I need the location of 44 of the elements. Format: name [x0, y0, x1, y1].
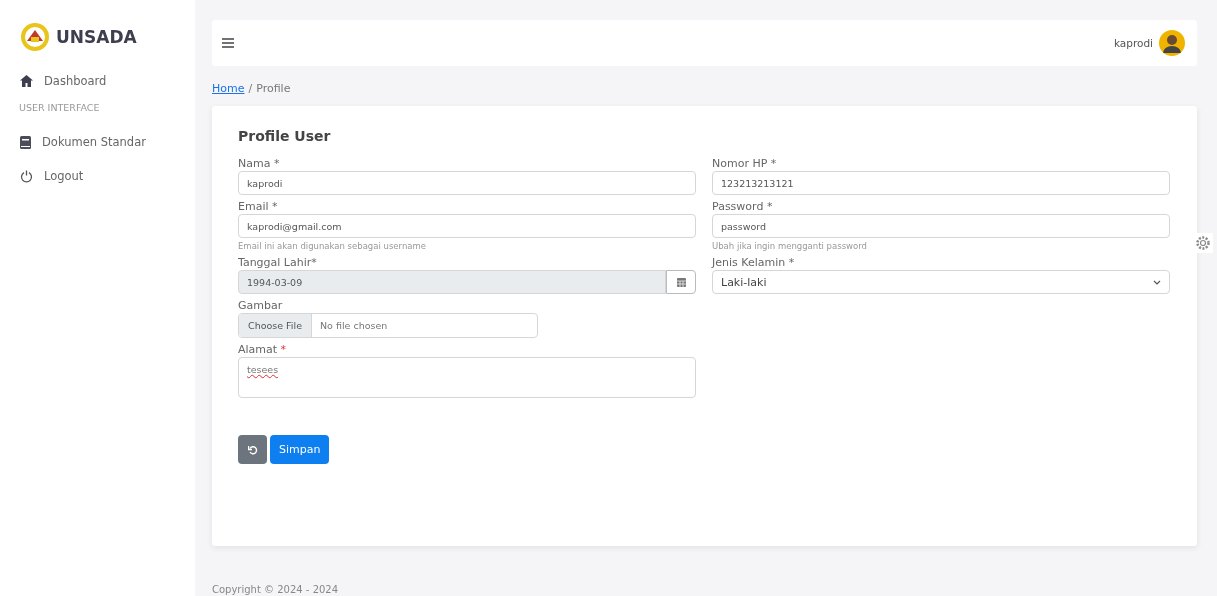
field-label: Nama *: [238, 156, 281, 171]
calendar-icon: [676, 277, 686, 287]
calendar-button[interactable]: [666, 270, 696, 294]
reset-button[interactable]: [238, 435, 267, 464]
section-heading: USER INTERFACE: [19, 102, 101, 113]
breadcrumb-link[interactable]: Home: [212, 82, 245, 95]
user-name[interactable]: kaprodi: [1113, 37, 1153, 49]
save-button[interactable]: Simpan: [270, 435, 330, 464]
field-label: Alamat *: [238, 342, 288, 357]
avatar-icon[interactable]: [1159, 30, 1185, 56]
help-text: Email ini akan digunakan sebagai username: [238, 241, 427, 251]
card-title: Profile User: [238, 128, 332, 144]
help-text: Ubah jika ingin mengganti password: [712, 241, 868, 251]
field-label: Tanggal Lahir*: [238, 255, 318, 270]
field-label: Password *: [712, 199, 774, 214]
undo-icon: [247, 444, 258, 455]
field-label: Email *: [238, 199, 279, 214]
input-field[interactable]: kaprodi@gmail.com: [238, 214, 696, 238]
field-label: Nomor HP *: [712, 156, 778, 171]
sidebar-item[interactable]: Dashboard: [20, 74, 195, 88]
settings-icon[interactable]: [1193, 233, 1213, 253]
sidebar-item[interactable]: Dokumen Standar: [20, 135, 195, 149]
input-field[interactable]: password: [712, 214, 1170, 238]
book-icon: [20, 135, 31, 149]
choose-file-button[interactable]: Choose File: [239, 314, 312, 337]
textarea-field[interactable]: tesees: [238, 357, 696, 398]
field-label: Jenis Kelamin *: [712, 255, 796, 270]
input-field[interactable]: 123213213121: [712, 171, 1170, 195]
select-field[interactable]: Laki-laki: [712, 270, 1170, 294]
menu-icon[interactable]: [222, 38, 234, 48]
breadcrumb-separator: /: [248, 82, 253, 95]
breadcrumb-current: Profile: [256, 82, 291, 95]
field-label: Gambar: [238, 298, 284, 313]
file-field[interactable]: Choose File No file chosen: [238, 313, 538, 338]
input-field[interactable]: kaprodi: [238, 171, 696, 195]
logo-icon: [20, 22, 50, 52]
date-field[interactable]: 1994-03-09: [238, 270, 666, 294]
footer-text: Copyright © 2024 - 2024: [212, 584, 340, 595]
sidebar-item[interactable]: Logout: [20, 169, 195, 183]
chevron-down-icon: [1153, 279, 1161, 285]
home-icon: [20, 75, 33, 87]
brand-name: UNSADA: [56, 27, 137, 47]
file-status: No file chosen: [319, 319, 389, 333]
power-icon: [20, 169, 33, 183]
